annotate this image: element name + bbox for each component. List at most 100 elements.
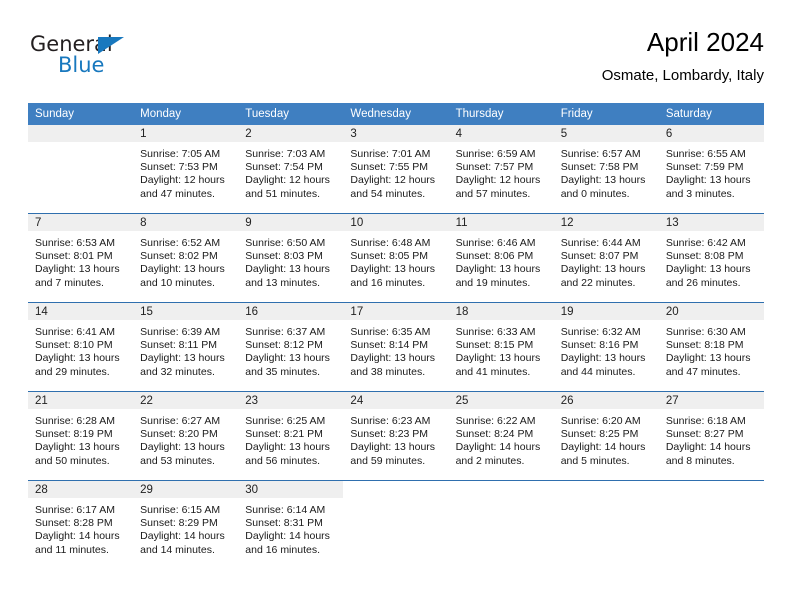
day-detail-line: and 54 minutes. [350, 187, 426, 200]
calendar-day-cell[interactable]: 3 Sunrise: 7:01 AM Sunset: 7:55 PM Daylight… [343, 125, 449, 214]
general-blue-logo[interactable]: General Blue [30, 34, 150, 86]
calendar-day-cell[interactable]: 16 Sunrise: 6:37 AM Sunset: 8:12 PM Dayligh… [238, 302, 344, 392]
day-detail-line: Sunset: 8:20 PM [140, 428, 218, 441]
day-detail-line: Daylight: 13 hours [665, 352, 751, 365]
weekday-header-thursday: Thursday [448, 103, 554, 125]
day-detail-line: and 53 minutes. [140, 454, 215, 467]
day-details: Sunrise: 6:57 AM Sunset: 7:58 PM Daylight:… [553, 142, 659, 201]
day-details: Sunrise: 6:35 AM Sunset: 8:14 PM Daylight:… [343, 320, 449, 379]
weekday-header-wednesday: Wednesday [343, 103, 449, 125]
calendar-day-cell[interactable]: 29 Sunrise: 6:15 AM Sunset: 8:29 PM Dayligh… [133, 480, 239, 569]
calendar-day-cell[interactable]: 26 Sunrise: 6:20 AM Sunset: 8:25 PM Dayligh… [553, 391, 659, 481]
calendar-day-cell[interactable]: 6 Sunrise: 6:55 AM Sunset: 7:59 PM Daylight… [658, 125, 764, 214]
calendar-day-cell[interactable]: 23 Sunrise: 6:25 AM Sunset: 8:21 PM Dayligh… [238, 391, 344, 481]
day-detail-line: and 16 minutes. [350, 276, 426, 289]
day-details [553, 498, 659, 504]
day-detail-line: Daylight: 13 hours [665, 174, 751, 187]
day-detail-line: Daylight: 13 hours [350, 352, 436, 365]
day-cell-inner: 15 Sunrise: 6:39 AM Sunset: 8:11 PM Dayligh… [133, 303, 239, 391]
day-cell-inner: 6 Sunrise: 6:55 AM Sunset: 7:59 PM Daylight… [658, 125, 764, 213]
day-number: 8 [133, 214, 239, 231]
calendar-day-cell[interactable]: 22 Sunrise: 6:27 AM Sunset: 8:20 PM Dayligh… [133, 391, 239, 481]
calendar-day-cell[interactable]: 14 Sunrise: 6:41 AM Sunset: 8:10 PM Dayligh… [28, 302, 134, 392]
calendar-day-cell[interactable]: 24 Sunrise: 6:23 AM Sunset: 8:23 PM Dayligh… [343, 391, 449, 481]
calendar-day-cell[interactable]: 28 Sunrise: 6:17 AM Sunset: 8:28 PM Dayligh… [28, 480, 134, 569]
calendar-day-cell[interactable]: 15 Sunrise: 6:39 AM Sunset: 8:11 PM Dayligh… [133, 302, 239, 392]
day-detail-line: Sunset: 8:05 PM [350, 250, 429, 263]
calendar-day-cell[interactable]: 11 Sunrise: 6:46 AM Sunset: 8:06 PM Dayligh… [448, 213, 554, 303]
calendar-day-cell[interactable]: 2 Sunrise: 7:03 AM Sunset: 7:54 PM Daylight… [238, 125, 344, 214]
day-detail-line: Sunset: 8:31 PM [245, 517, 323, 530]
calendar-day-cell[interactable]: 10 Sunrise: 6:48 AM Sunset: 8:05 PM Dayligh… [343, 213, 449, 303]
day-detail-line: Sunrise: 6:35 AM [350, 326, 431, 338]
page-subtitle: Osmate, Lombardy, Italy [601, 66, 764, 84]
calendar-day-cell[interactable]: 12 Sunrise: 6:44 AM Sunset: 8:07 PM Dayligh… [553, 213, 659, 303]
day-detail-line: and 56 minutes. [245, 454, 320, 467]
day-cell-inner [28, 125, 134, 213]
calendar-week-row: 28 Sunrise: 6:17 AM Sunset: 8:28 PM Dayligh… [28, 480, 764, 569]
day-number: 16 [238, 303, 344, 320]
day-detail-line: Sunrise: 6:52 AM [140, 237, 221, 249]
day-number [448, 481, 554, 498]
day-number: 11 [448, 214, 554, 231]
day-cell-inner [448, 481, 554, 569]
calendar-day-cell[interactable]: 5 Sunrise: 6:57 AM Sunset: 7:58 PM Daylight… [553, 125, 659, 214]
day-detail-line: Sunset: 8:27 PM [665, 428, 744, 441]
calendar-day-cell[interactable]: 19 Sunrise: 6:32 AM Sunset: 8:16 PM Dayligh… [553, 302, 659, 392]
page-title: April 2024 [646, 27, 764, 57]
day-detail-line: Daylight: 13 hours [350, 441, 436, 454]
day-detail-line: Sunrise: 6:20 AM [560, 415, 641, 427]
day-number: 19 [553, 303, 659, 320]
calendar-week-row: 14 Sunrise: 6:41 AM Sunset: 8:10 PM Dayligh… [28, 302, 764, 392]
day-detail-line: Sunrise: 7:01 AM [350, 148, 431, 160]
day-detail-line: Sunset: 7:55 PM [350, 161, 429, 174]
day-details [343, 498, 449, 504]
day-detail-line: and 29 minutes. [35, 365, 110, 378]
day-detail-line: Daylight: 13 hours [245, 441, 330, 454]
calendar-day-cell[interactable]: 8 Sunrise: 6:52 AM Sunset: 8:02 PM Daylight… [133, 213, 239, 303]
day-number: 15 [133, 303, 239, 320]
calendar-day-cell[interactable]: 20 Sunrise: 6:30 AM Sunset: 8:18 PM Dayligh… [658, 302, 764, 392]
weekday-header-monday: Monday [133, 103, 239, 125]
calendar-page: General Blue April 2024 Osmate, Lombardy… [0, 0, 792, 612]
day-number: 10 [343, 214, 449, 231]
calendar-header: Sunday Monday Tuesday Wednesday Thursday… [28, 103, 764, 125]
day-detail-line: Sunrise: 6:41 AM [35, 326, 115, 338]
day-detail-line: and 41 minutes. [455, 365, 531, 378]
day-detail-line: Daylight: 14 hours [560, 441, 646, 454]
day-cell-inner: 17 Sunrise: 6:35 AM Sunset: 8:14 PM Dayligh… [343, 303, 449, 391]
day-detail-line: Daylight: 13 hours [350, 263, 436, 276]
day-detail-line: and 13 minutes. [245, 276, 320, 289]
day-detail-line: Sunrise: 6:32 AM [560, 326, 641, 338]
day-detail-line: Sunrise: 6:14 AM [245, 504, 326, 516]
day-number: 26 [553, 392, 659, 409]
calendar-day-cell[interactable]: 18 Sunrise: 6:33 AM Sunset: 8:15 PM Dayligh… [448, 302, 554, 392]
day-detail-line: Sunset: 8:21 PM [245, 428, 323, 441]
calendar-day-cell[interactable]: 25 Sunrise: 6:22 AM Sunset: 8:24 PM Dayligh… [448, 391, 554, 481]
calendar-day-cell[interactable]: 17 Sunrise: 6:35 AM Sunset: 8:14 PM Dayligh… [343, 302, 449, 392]
day-detail-line: Daylight: 14 hours [140, 530, 225, 543]
day-detail-line: Daylight: 12 hours [350, 174, 436, 187]
day-number: 29 [133, 481, 239, 498]
day-details: Sunrise: 6:14 AM Sunset: 8:31 PM Daylight:… [238, 498, 344, 557]
calendar-day-cell[interactable]: 7 Sunrise: 6:53 AM Sunset: 8:01 PM Daylight… [28, 213, 134, 303]
calendar-day-cell[interactable]: 4 Sunrise: 6:59 AM Sunset: 7:57 PM Daylight… [448, 125, 554, 214]
day-detail-line: Sunset: 8:29 PM [140, 517, 218, 530]
calendar-day-cell[interactable]: 30 Sunrise: 6:14 AM Sunset: 8:31 PM Dayligh… [238, 480, 344, 569]
calendar-week-row: 7 Sunrise: 6:53 AM Sunset: 8:01 PM Daylight… [28, 213, 764, 303]
calendar-day-cell[interactable]: 1 Sunrise: 7:05 AM Sunset: 7:53 PM Daylight… [133, 125, 239, 214]
day-details: Sunrise: 6:25 AM Sunset: 8:21 PM Daylight:… [238, 409, 344, 468]
day-cell-inner: 28 Sunrise: 6:17 AM Sunset: 8:28 PM Dayligh… [28, 481, 134, 569]
calendar-day-cell[interactable]: 21 Sunrise: 6:28 AM Sunset: 8:19 PM Dayligh… [28, 391, 134, 481]
calendar-day-cell[interactable]: 27 Sunrise: 6:18 AM Sunset: 8:27 PM Dayligh… [658, 391, 764, 481]
day-cell-inner: 30 Sunrise: 6:14 AM Sunset: 8:31 PM Dayligh… [238, 481, 344, 569]
calendar-day-cell[interactable]: 13 Sunrise: 6:42 AM Sunset: 8:08 PM Dayligh… [658, 213, 764, 303]
day-details: Sunrise: 6:22 AM Sunset: 8:24 PM Daylight:… [448, 409, 554, 468]
day-cell-inner: 12 Sunrise: 6:44 AM Sunset: 8:07 PM Dayligh… [553, 214, 659, 302]
day-details: Sunrise: 6:59 AM Sunset: 7:57 PM Daylight:… [448, 142, 554, 201]
day-detail-line: Sunrise: 6:27 AM [140, 415, 221, 427]
calendar-day-cell[interactable]: 9 Sunrise: 6:50 AM Sunset: 8:03 PM Daylight… [238, 213, 344, 303]
day-number: 30 [238, 481, 344, 498]
day-detail-line: Sunset: 8:06 PM [455, 250, 534, 263]
day-detail-line: and 22 minutes. [560, 276, 636, 289]
